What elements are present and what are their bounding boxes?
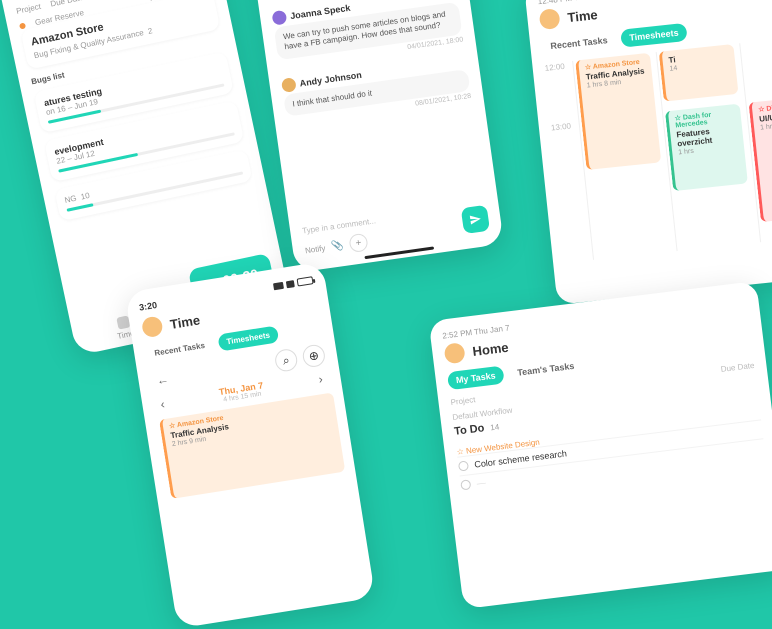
attach-icon[interactable]: 📎: [330, 240, 344, 253]
task-count: 2: [147, 26, 153, 36]
task-name: NG: [64, 194, 78, 205]
col-project[interactable]: Project: [15, 2, 42, 18]
avatar[interactable]: [539, 8, 561, 30]
section-title[interactable]: To Do: [454, 422, 486, 438]
avatar[interactable]: [141, 315, 164, 338]
event-block[interactable]: ☆ Amazon Store Traffic Analysis 1 hrs 8 …: [575, 53, 661, 170]
calendar-grid: 12:00 13:00 ☆ Amazon Store Traffic Analy…: [544, 35, 772, 263]
tablet-timesheet: 12:48 PM Thu Jan 7 Time Recent Tasks Tim…: [524, 0, 772, 305]
tab-timesheets[interactable]: Timesheets: [217, 325, 279, 351]
status-time: 3:20: [138, 300, 157, 313]
phone-chat: Files Andy Johnson Adwords is becoming v…: [246, 0, 504, 273]
col-project[interactable]: Project: [450, 395, 476, 407]
col-due[interactable]: Due Date: [720, 361, 755, 374]
page-title: Time: [169, 312, 201, 332]
event-block[interactable]: ☆ Dash for Mercedes Features overzicht 1…: [665, 104, 748, 191]
mention-add-button[interactable]: +: [348, 233, 368, 253]
tab-recent-tasks[interactable]: Recent Tasks: [542, 30, 617, 56]
event-block[interactable]: Ti 14: [659, 44, 739, 102]
send-button[interactable]: [461, 204, 490, 233]
search-icon[interactable]: ⌕: [274, 348, 299, 373]
checkbox-icon[interactable]: [458, 460, 469, 471]
tab-team-tasks[interactable]: Team's Tasks: [508, 356, 583, 383]
phone-timesheet: 3:20 Time Recent Tasks Timesheets ← ⌕ ⊕ …: [125, 261, 376, 628]
prev-arrow-icon[interactable]: ←: [149, 369, 176, 391]
tab-my-tasks[interactable]: My Tasks: [447, 366, 505, 391]
section-count: 14: [490, 422, 500, 432]
status-icons: [273, 275, 314, 291]
event-project: ☆ Digital Corona: [758, 100, 772, 114]
add-icon[interactable]: ⊕: [301, 343, 326, 368]
date-header[interactable]: Thu, Jan 7 4 hrs 15 min: [218, 380, 265, 404]
tab-recent-tasks[interactable]: Recent Tasks: [145, 336, 214, 363]
tablet-home: 2:52 PM Thu Jan 7 Home My Tasks Team's T…: [429, 281, 772, 609]
compose-bar: Type in a comment... Notify 📎 +: [302, 201, 491, 260]
project-color-dot: [19, 22, 26, 29]
checkbox-icon[interactable]: [460, 479, 471, 490]
page-title: Time: [567, 7, 599, 25]
notify-label[interactable]: Notify: [304, 243, 326, 255]
prev-day-icon[interactable]: ‹: [153, 394, 172, 414]
avatar[interactable]: [271, 10, 287, 26]
tab-timesheets[interactable]: Timesheets: [621, 23, 688, 48]
page-title: Home: [472, 339, 510, 358]
avatar[interactable]: [444, 342, 466, 364]
avatar[interactable]: [281, 77, 297, 93]
next-day-icon[interactable]: ›: [311, 369, 330, 389]
